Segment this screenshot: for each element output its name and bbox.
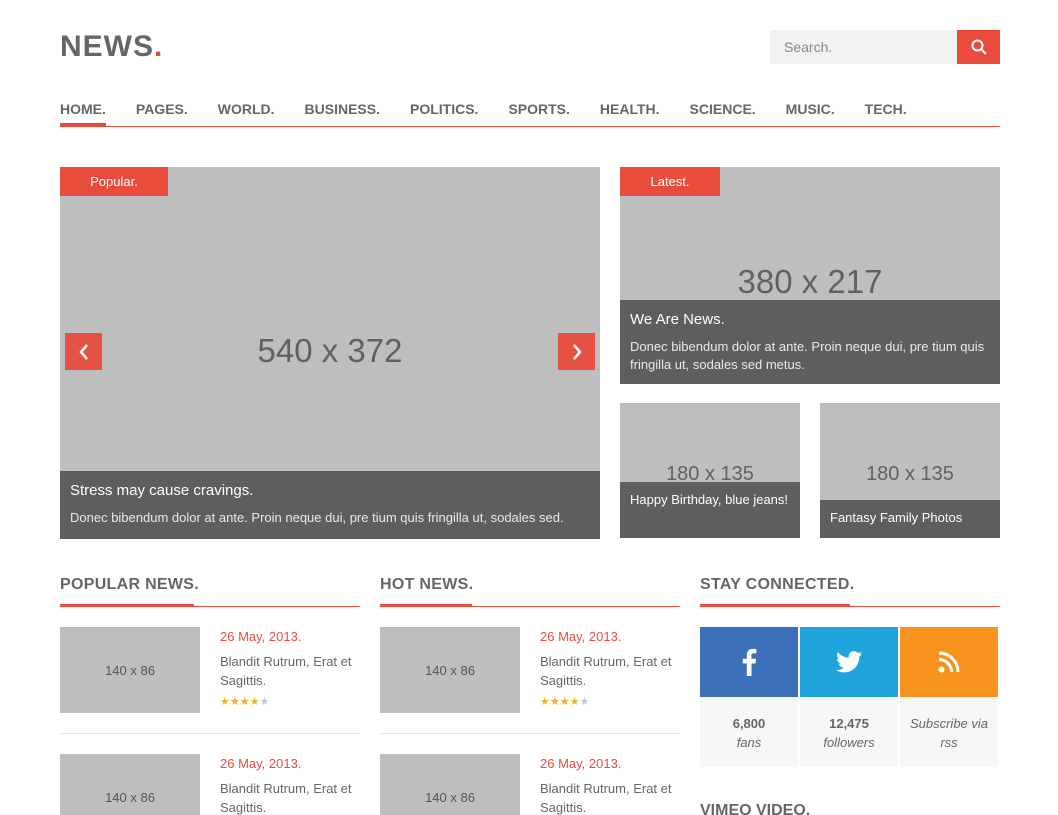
list-item[interactable]: 140 x 86 26 May, 2013. Blandit Rutrum, E… xyxy=(60,627,360,713)
divider xyxy=(380,733,680,734)
news-thumbnail[interactable]: 140 x 86 xyxy=(380,754,520,815)
news-thumbnail[interactable]: 140 x 86 xyxy=(60,754,200,815)
rss-label[interactable]: Subscribe via rss xyxy=(910,716,988,750)
nav-item-music[interactable]: MUSIC. xyxy=(786,98,835,126)
nav-item-health[interactable]: HEALTH. xyxy=(600,98,660,126)
news-date: 26 May, 2013. xyxy=(220,629,302,644)
list-item[interactable]: 140 x 86 26 May, 2013. Blandit Rutrum, E… xyxy=(380,627,680,713)
hot-news-heading: HOT NEWS. xyxy=(380,576,473,607)
search-button[interactable] xyxy=(957,30,1000,64)
facebook-icon xyxy=(742,648,757,676)
star-rating: ★★★★★ xyxy=(540,695,589,708)
facebook-stats: 6,800 fans xyxy=(700,697,798,767)
news-title[interactable]: Blandit Rutrum, Erat et Sagittis. xyxy=(540,779,682,815)
twitter-label: followers xyxy=(823,735,875,750)
search-icon xyxy=(971,39,986,55)
rss-stats: Subscribe via rss xyxy=(900,697,998,767)
logo-dot: . xyxy=(154,30,164,63)
twitter-button[interactable] xyxy=(800,627,898,697)
star-icon: ★★★★ xyxy=(540,696,580,708)
popular-news-heading: POPULAR NEWS. xyxy=(60,576,199,607)
popular-tag: Popular. xyxy=(60,167,168,196)
chevron-right-icon xyxy=(572,343,582,360)
rss-icon xyxy=(938,651,960,673)
nav-item-business[interactable]: BUSINESS. xyxy=(305,98,380,126)
news-date: 26 May, 2013. xyxy=(540,756,622,771)
latest-tag: Latest. xyxy=(620,167,720,196)
rss-block: Subscribe via rss xyxy=(900,627,998,767)
latest-card[interactable]: Latest. 380 x 217 We Are News. Donec bib… xyxy=(620,167,1000,384)
latest-excerpt: Donec bibendum dolor at ante. Proin nequ… xyxy=(630,339,985,372)
divider xyxy=(60,733,360,734)
search-input[interactable] xyxy=(770,30,957,64)
news-title[interactable]: Blandit Rutrum, Erat et Sagittis. xyxy=(220,779,362,815)
nav-item-science[interactable]: SCIENCE. xyxy=(690,98,756,126)
facebook-label: fans xyxy=(736,735,762,750)
small-left-title[interactable]: Happy Birthday, blue jeans! xyxy=(620,482,800,538)
latest-title[interactable]: We Are News. xyxy=(630,311,990,328)
news-title[interactable]: Blandit Rutrum, Erat et Sagittis. xyxy=(220,652,362,690)
site-logo[interactable]: NEWS. xyxy=(60,30,163,64)
nav-item-sports[interactable]: SPORTS. xyxy=(508,98,569,126)
twitter-count: 12,475 xyxy=(829,716,869,731)
nav-item-home[interactable]: HOME. xyxy=(60,98,106,126)
slider-image-label: 540 x 372 xyxy=(257,332,403,369)
small-right-image-label: 180 x 135 xyxy=(866,463,954,485)
nav-item-world[interactable]: WORLD. xyxy=(218,98,275,126)
news-date: 26 May, 2013. xyxy=(220,756,302,771)
featured-slider[interactable]: Popular. 540 x 372 Stress may cause crav… xyxy=(60,167,600,539)
facebook-count: 6,800 xyxy=(732,716,766,731)
slider-next-button[interactable] xyxy=(558,333,595,370)
popular-news-header: POPULAR NEWS. xyxy=(60,576,360,607)
nav-item-politics[interactable]: POLITICS. xyxy=(410,98,478,126)
latest-caption: We Are News. Donec bibendum dolor at ant… xyxy=(620,300,1000,384)
news-title[interactable]: Blandit Rutrum, Erat et Sagittis. xyxy=(540,652,682,690)
logo-text: NEWS xyxy=(60,30,154,63)
facebook-button[interactable] xyxy=(700,627,798,697)
twitter-icon xyxy=(836,651,862,673)
slider-title[interactable]: Stress may cause cravings. xyxy=(70,482,590,499)
nav-item-pages[interactable]: PAGES. xyxy=(136,98,188,126)
news-thumbnail[interactable]: 140 x 86 xyxy=(380,627,520,713)
chevron-left-icon xyxy=(78,343,88,360)
rss-button[interactable] xyxy=(900,627,998,697)
star-empty-icon: ★ xyxy=(259,696,270,708)
latest-image-label: 380 x 217 xyxy=(737,263,883,300)
small-right-title[interactable]: Fantasy Family Photos xyxy=(820,500,1000,538)
main-nav: HOME. PAGES. WORLD. BUSINESS. POLITICS. … xyxy=(60,98,1000,127)
slider-prev-button[interactable] xyxy=(65,333,102,370)
vimeo-video-heading: VIMEO VIDEO. xyxy=(700,802,811,815)
star-empty-icon: ★ xyxy=(579,696,590,708)
facebook-block: 6,800 fans xyxy=(700,627,798,767)
social-widget: 6,800 fans 12,475 followers Subscribe vi… xyxy=(700,627,1000,767)
slider-caption: Stress may cause cravings. Donec bibendu… xyxy=(60,471,600,539)
nav-item-tech[interactable]: TECH. xyxy=(865,98,907,126)
news-date: 26 May, 2013. xyxy=(540,629,622,644)
search-form xyxy=(770,30,1000,64)
list-item[interactable]: 140 x 86 26 May, 2013. Blandit Rutrum, E… xyxy=(380,754,680,815)
twitter-stats: 12,475 followers xyxy=(800,697,898,767)
list-item[interactable]: 140 x 86 26 May, 2013. Blandit Rutrum, E… xyxy=(60,754,360,815)
star-rating: ★★★★★ xyxy=(220,695,269,708)
small-card-right[interactable]: 180 x 135 Fantasy Family Photos xyxy=(820,403,1000,538)
slider-excerpt: Donec bibendum dolor at ante. Proin nequ… xyxy=(70,510,564,525)
twitter-block: 12,475 followers xyxy=(800,627,898,767)
small-card-left[interactable]: 180 x 135 Happy Birthday, blue jeans! xyxy=(620,403,800,538)
news-thumbnail[interactable]: 140 x 86 xyxy=(60,627,200,713)
stay-connected-header: STAY CONNECTED. xyxy=(700,576,1000,607)
star-icon: ★★★★ xyxy=(220,696,260,708)
stay-connected-heading: STAY CONNECTED. xyxy=(700,576,854,607)
hot-news-header: HOT NEWS. xyxy=(380,576,680,607)
